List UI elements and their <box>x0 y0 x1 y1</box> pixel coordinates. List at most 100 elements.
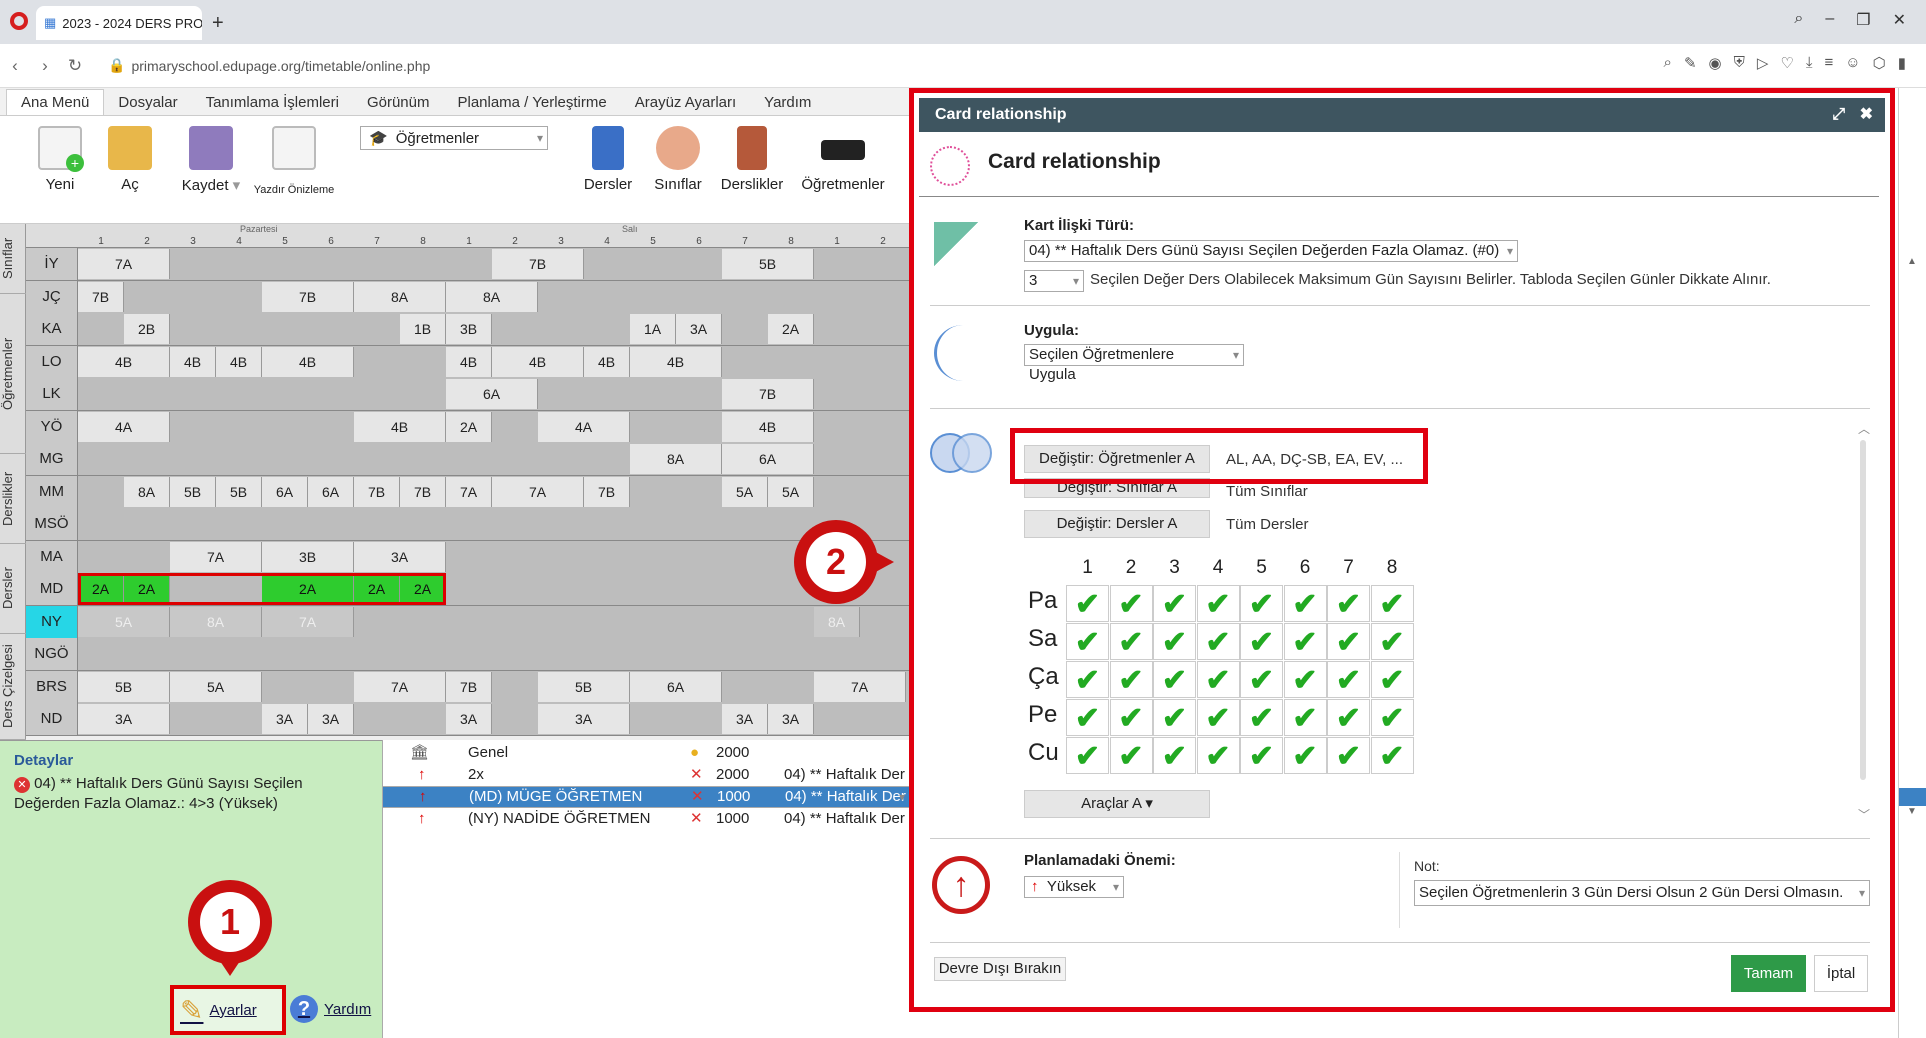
check-icon[interactable]: ✔ <box>1283 699 1327 736</box>
check-icon[interactable]: ✔ <box>1370 699 1414 736</box>
lesson-card[interactable]: 5A <box>722 476 768 507</box>
save-button[interactable]: Kaydet ▾ <box>176 126 246 194</box>
period-header[interactable]: 1 <box>1066 557 1109 579</box>
side-tab-1[interactable]: Öğretmenler <box>0 294 26 454</box>
check-icon[interactable]: ✔ <box>1066 699 1109 736</box>
zoom-icon[interactable]: ⌕ <box>1664 54 1672 72</box>
check-icon[interactable]: ✔ <box>1109 585 1153 622</box>
sidebar-icon[interactable]: ▮ <box>1898 54 1906 72</box>
lesson-card[interactable]: 3B <box>262 541 354 572</box>
subjects-button[interactable]: Dersler <box>580 126 636 193</box>
lesson-card[interactable]: 5A <box>768 476 814 507</box>
period-header[interactable]: 5 <box>1240 557 1283 579</box>
check-icon[interactable]: ✔ <box>1370 585 1414 622</box>
lesson-card[interactable]: 8A <box>630 444 722 474</box>
period-header[interactable]: 8 <box>1371 557 1414 579</box>
camera-icon[interactable]: ◉ <box>1709 54 1722 72</box>
teacher-code[interactable]: MD <box>26 573 78 605</box>
dialog-scroll-up-icon[interactable]: ︿ <box>1858 420 1870 437</box>
check-icon[interactable]: ✔ <box>1240 699 1283 736</box>
lesson-card[interactable]: 3A <box>262 704 308 734</box>
teacher-code[interactable]: LO <box>26 345 78 378</box>
check-icon[interactable]: ✔ <box>1196 737 1240 774</box>
teacher-code[interactable]: İY <box>26 248 78 280</box>
lesson-card[interactable]: 5B <box>722 249 814 279</box>
check-icon[interactable]: ✔ <box>1283 661 1327 698</box>
check-icon[interactable]: ✔ <box>1327 699 1370 736</box>
new-button[interactable]: + Yeni <box>38 126 84 193</box>
lesson-card[interactable]: 5B <box>216 476 262 507</box>
relation-type-select[interactable]: 04) ** Haftalık Ders Günü Sayısı Seçilen… <box>1024 240 1518 262</box>
new-tab-button[interactable]: + <box>212 12 224 35</box>
lesson-card[interactable]: 2A <box>768 314 814 344</box>
check-icon[interactable]: ✔ <box>1153 661 1196 698</box>
cancel-button[interactable]: İptal <box>1814 955 1868 992</box>
check-icon[interactable]: ✔ <box>1327 585 1370 622</box>
forward-icon[interactable]: › <box>30 56 60 76</box>
lesson-card[interactable]: 7A <box>354 671 446 702</box>
lesson-card[interactable]: 7A <box>78 249 170 279</box>
period-header[interactable]: 6 <box>1284 557 1327 579</box>
check-icon[interactable]: ✔ <box>1196 585 1240 622</box>
lesson-card[interactable]: 6A <box>308 476 354 507</box>
lesson-card[interactable]: 5B <box>78 671 170 702</box>
dialog-scroll-down-icon[interactable]: ﹀ <box>1858 806 1870 823</box>
lesson-card[interactable]: 7B <box>446 671 492 702</box>
lesson-card[interactable]: 8A <box>814 606 860 637</box>
lesson-card[interactable]: 2B <box>124 314 170 344</box>
check-icon[interactable]: ✔ <box>1109 699 1153 736</box>
lesson-card[interactable]: 2A <box>78 574 124 604</box>
lesson-card[interactable]: 7B <box>78 281 124 312</box>
check-icon[interactable]: ✔ <box>1370 623 1414 660</box>
url-field[interactable]: 🔒 primaryschool.edupage.org/timetable/onl… <box>108 57 430 74</box>
lesson-card[interactable]: 3A <box>768 704 814 734</box>
lesson-card[interactable]: 7A <box>814 671 906 702</box>
teacher-code[interactable]: MG <box>26 443 78 475</box>
menu-item-2[interactable]: Tanımlama İşlemleri <box>192 90 353 115</box>
priority-select[interactable]: ↑ Yüksek <box>1024 876 1124 898</box>
lesson-card[interactable]: 3A <box>722 704 768 734</box>
check-icon[interactable]: ✔ <box>1066 661 1109 698</box>
teacher-code[interactable]: JÇ <box>26 280 78 313</box>
check-icon[interactable]: ✔ <box>1066 737 1109 774</box>
day-header[interactable]: Ça <box>1028 663 1068 691</box>
reload-icon[interactable]: ↻ <box>60 56 90 76</box>
download-icon[interactable]: ⤓ <box>1806 54 1813 72</box>
expand-icon[interactable]: ⤢ <box>1832 98 1845 132</box>
lesson-card[interactable]: 4A <box>538 411 630 442</box>
dropdown-icon[interactable]: ▾ <box>233 177 241 194</box>
menu-item-3[interactable]: Görünüm <box>353 90 444 115</box>
lesson-card[interactable]: 7B <box>584 476 630 507</box>
lesson-card[interactable]: 1A <box>630 314 676 344</box>
check-icon[interactable]: ✔ <box>1283 737 1327 774</box>
lesson-card[interactable]: 5A <box>170 671 262 702</box>
menu-item-4[interactable]: Planlama / Yerleştirme <box>443 90 620 115</box>
teacher-code[interactable]: NGÖ <box>26 638 78 670</box>
check-icon[interactable]: ✔ <box>1153 585 1196 622</box>
lesson-card[interactable]: 8A <box>354 281 446 312</box>
check-icon[interactable]: ✔ <box>1327 661 1370 698</box>
check-icon[interactable]: ✔ <box>1196 623 1240 660</box>
lesson-card[interactable]: 2A <box>446 411 492 442</box>
check-icon[interactable]: ✔ <box>1109 737 1153 774</box>
classes-button[interactable]: Sınıflar <box>650 126 706 193</box>
lesson-card[interactable]: 7B <box>400 476 446 507</box>
lesson-card[interactable]: 4B <box>262 346 354 377</box>
lesson-card[interactable]: 3A <box>78 704 170 734</box>
print-preview-button[interactable]: Yazdır Önizleme <box>250 126 338 196</box>
lesson-card[interactable]: 4B <box>446 346 492 377</box>
check-icon[interactable]: ✔ <box>1153 737 1196 774</box>
lesson-card[interactable]: 6A <box>446 379 538 409</box>
profile-icon[interactable]: ☺ <box>1845 54 1860 72</box>
conflict-list-item[interactable]: ↑ (MD) MÜGE ÖĞRETMEN ✕ 1000 04) ** Haftalık … <box>382 786 910 808</box>
value-select[interactable]: 3 <box>1024 270 1084 292</box>
conflict-list-item[interactable]: ↑ 2x ✕ 2000 04) ** Haftalık Der <box>382 764 910 786</box>
lesson-card[interactable]: 7A <box>262 606 354 637</box>
check-icon[interactable]: ✔ <box>1066 623 1109 660</box>
change-subjects-button[interactable]: Değiştir: Dersler A <box>1024 510 1210 538</box>
settings-button[interactable]: ✎ Ayarlar <box>170 985 286 1035</box>
minimize-icon[interactable]: – <box>1825 10 1834 30</box>
edit-icon[interactable]: ✎ <box>1684 54 1697 72</box>
lesson-card[interactable]: 3A <box>676 314 722 344</box>
menu-item-6[interactable]: Yardım <box>750 90 825 115</box>
